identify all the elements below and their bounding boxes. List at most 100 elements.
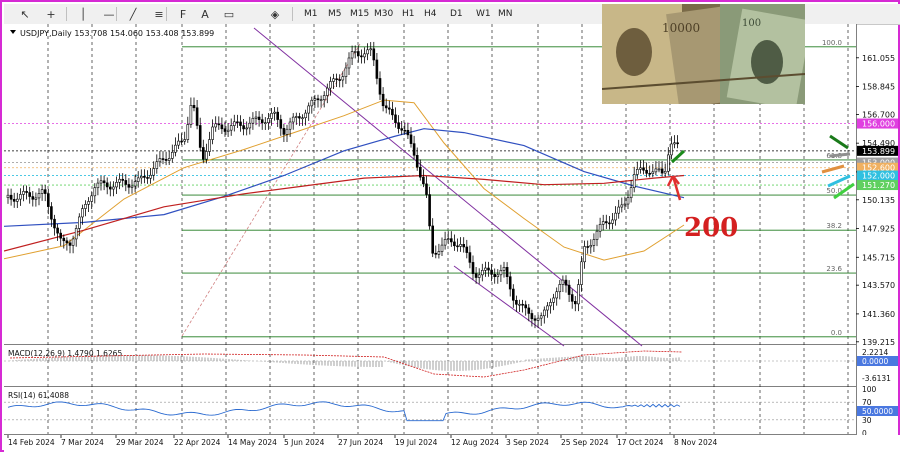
candle bbox=[254, 116, 258, 119]
candle bbox=[493, 274, 497, 278]
fib-level-label: 38.2 bbox=[826, 222, 842, 230]
candle bbox=[263, 122, 267, 124]
text-icon[interactable]: A bbox=[196, 6, 214, 22]
candle bbox=[598, 223, 602, 232]
fib-level-label: 0.0 bbox=[831, 329, 842, 337]
rsi-panel bbox=[4, 388, 856, 434]
candle bbox=[307, 105, 311, 114]
candle bbox=[192, 105, 196, 109]
candle bbox=[226, 129, 230, 132]
candle bbox=[425, 183, 428, 195]
candle bbox=[344, 67, 348, 78]
candle bbox=[248, 122, 252, 129]
candle bbox=[651, 171, 655, 175]
candle bbox=[536, 317, 540, 321]
x-tick-label: 14 Feb 2024 bbox=[8, 438, 55, 447]
candle bbox=[542, 309, 546, 317]
timeframe-m5[interactable]: M5 bbox=[328, 7, 342, 21]
candle bbox=[313, 98, 317, 101]
candle bbox=[459, 244, 462, 247]
candle bbox=[549, 302, 552, 307]
candle bbox=[325, 87, 329, 96]
candle bbox=[74, 228, 78, 240]
candle bbox=[288, 121, 292, 130]
candle bbox=[400, 128, 404, 131]
candle bbox=[298, 116, 301, 119]
candle bbox=[394, 114, 397, 123]
candle bbox=[208, 139, 211, 152]
candle bbox=[487, 267, 490, 271]
candle bbox=[291, 116, 295, 123]
candle bbox=[635, 169, 639, 175]
timeframe-d1[interactable]: D1 bbox=[450, 7, 463, 21]
candle bbox=[418, 166, 422, 178]
candle bbox=[310, 99, 314, 107]
toolbar-separator bbox=[116, 7, 117, 21]
candle bbox=[604, 221, 608, 224]
candle bbox=[505, 267, 509, 278]
candle bbox=[270, 112, 273, 119]
candle bbox=[617, 206, 621, 214]
crosshair-icon[interactable]: + bbox=[42, 6, 60, 22]
candle bbox=[462, 244, 466, 248]
y-tick-label: 147.925 bbox=[862, 225, 895, 234]
candle bbox=[645, 169, 648, 174]
candle bbox=[567, 284, 571, 295]
candle bbox=[205, 151, 208, 160]
candle bbox=[573, 301, 577, 305]
price-tag-label: 151.270 bbox=[862, 181, 895, 190]
candle bbox=[19, 194, 22, 200]
candle bbox=[267, 118, 270, 123]
timeframe-h4[interactable]: H4 bbox=[424, 7, 437, 21]
candle bbox=[350, 51, 354, 59]
candle bbox=[555, 291, 559, 299]
candle bbox=[446, 238, 450, 240]
candle bbox=[666, 154, 670, 172]
x-tick-label: 7 Mar 2024 bbox=[61, 438, 104, 447]
candle bbox=[592, 239, 596, 246]
shapes-icon[interactable]: ◈ bbox=[266, 6, 284, 22]
candle bbox=[403, 129, 407, 132]
timeframe-mn[interactable]: MN bbox=[498, 7, 513, 21]
vertical-line-icon[interactable]: │ bbox=[74, 6, 92, 22]
candle bbox=[220, 124, 224, 130]
candle bbox=[577, 284, 580, 305]
text-label-icon[interactable]: F bbox=[174, 6, 192, 22]
candle bbox=[233, 121, 236, 126]
candle bbox=[533, 318, 537, 321]
candle bbox=[552, 297, 555, 303]
timeframe-m1[interactable]: M1 bbox=[304, 7, 318, 21]
candle bbox=[239, 121, 242, 126]
candle bbox=[251, 118, 255, 124]
candle bbox=[586, 246, 590, 248]
candle bbox=[409, 134, 413, 144]
trendline-icon[interactable]: ╱ bbox=[124, 6, 142, 22]
timeframe-w1[interactable]: W1 bbox=[476, 7, 491, 21]
candle bbox=[412, 143, 416, 156]
candle bbox=[158, 158, 162, 163]
price-tag-label: 156.000 bbox=[862, 120, 895, 129]
candle bbox=[115, 181, 118, 188]
macd-tick-label: -3.6131 bbox=[862, 374, 891, 383]
candle bbox=[468, 252, 472, 263]
timeframe-m15[interactable]: M15 bbox=[350, 7, 369, 21]
candle bbox=[397, 122, 400, 129]
rectangle-icon[interactable]: ▭ bbox=[220, 6, 238, 22]
candle bbox=[639, 167, 642, 170]
candle bbox=[133, 181, 137, 187]
cursor-icon[interactable]: ↖ bbox=[16, 6, 34, 22]
candle bbox=[140, 175, 143, 179]
timeframe-m30[interactable]: M30 bbox=[374, 7, 393, 21]
candle bbox=[171, 151, 174, 159]
candle bbox=[449, 238, 453, 243]
candle bbox=[198, 125, 202, 148]
candle bbox=[490, 269, 493, 275]
candle bbox=[59, 232, 63, 239]
candle bbox=[96, 182, 100, 189]
candle bbox=[279, 119, 283, 129]
x-tick-label: 27 Jun 2024 bbox=[338, 438, 383, 447]
candle bbox=[614, 212, 617, 221]
candle bbox=[387, 107, 391, 110]
timeframe-h1[interactable]: H1 bbox=[402, 7, 415, 21]
candle bbox=[570, 294, 574, 302]
